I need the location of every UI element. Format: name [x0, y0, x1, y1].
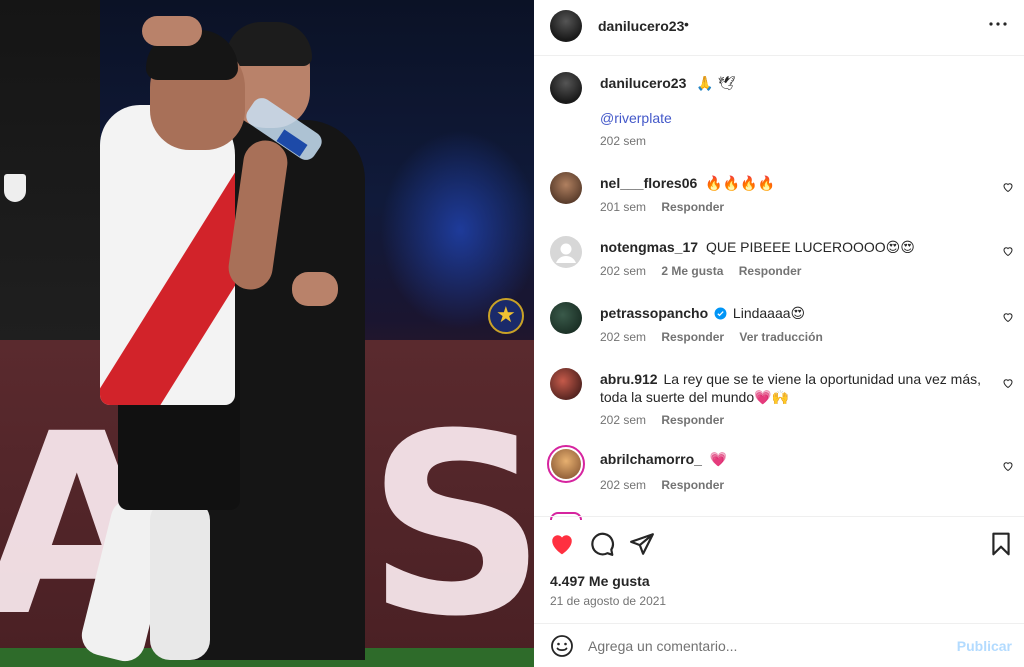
post-header: danilucero23 •: [534, 0, 1024, 56]
stands-background: [0, 0, 100, 340]
avatar[interactable]: [547, 445, 585, 483]
avatar[interactable]: [550, 368, 582, 400]
emoji-icon[interactable]: [550, 634, 574, 658]
comment-text: QUE PIBEEE LUCEROOOO😍😍: [705, 239, 915, 255]
comment-timestamp: 202 sem: [600, 264, 647, 278]
coach-hand-on-head: [142, 16, 202, 46]
reply-button[interactable]: Responder: [661, 330, 724, 344]
reply-button[interactable]: Responder: [661, 413, 724, 427]
heart-icon[interactable]: [1002, 311, 1014, 323]
coach-hair: [226, 22, 312, 66]
comment-username[interactable]: petrassopancho: [600, 305, 708, 321]
add-comment-bar: Publicar: [534, 623, 1024, 667]
post-date: 21 de agosto de 2021: [550, 594, 667, 608]
verified-icon: [714, 307, 727, 320]
star-icon: ★: [496, 302, 516, 327]
comment-username[interactable]: notengmas_17: [600, 239, 698, 255]
heart-icon[interactable]: [549, 531, 575, 557]
share-icon[interactable]: [629, 531, 655, 557]
reply-button[interactable]: Responder: [739, 264, 802, 278]
heart-icon[interactable]: [1002, 377, 1014, 389]
caption-mention-link[interactable]: @riverplate: [600, 110, 672, 126]
comment-icon[interactable]: [589, 531, 615, 557]
comment-username[interactable]: nel___flores06: [600, 175, 697, 191]
river-logo-banner: [4, 174, 26, 202]
comments-list[interactable]: danilucero23 🙏 🕊 @riverplate 202 sem nel…: [534, 56, 1024, 516]
caption-timestamp: 202 sem: [600, 134, 647, 148]
avatar[interactable]: [550, 10, 582, 42]
see-translation-button[interactable]: Ver traducción: [739, 330, 822, 344]
heart-icon[interactable]: [1002, 245, 1014, 257]
reply-button[interactable]: Responder: [661, 478, 724, 492]
post-author-username[interactable]: danilucero23: [598, 18, 684, 34]
comment-timestamp: 202 sem: [600, 413, 647, 427]
more-icon[interactable]: [986, 12, 1010, 36]
post-side-panel: danilucero23 • danilucero23 🙏 🕊 @riverpl…: [534, 0, 1024, 667]
avatar[interactable]: [550, 172, 582, 204]
caption-username[interactable]: danilucero23: [600, 75, 686, 91]
comment-text: 🔥🔥🔥🔥: [705, 175, 775, 191]
avatar[interactable]: [550, 72, 582, 104]
player-shirt: [100, 105, 235, 405]
reply-button[interactable]: Responder: [661, 200, 724, 214]
bookmark-icon[interactable]: [988, 531, 1014, 557]
comment-text: La rey que se te viene la oportunidad un…: [600, 371, 982, 405]
avatar-image: [551, 449, 581, 479]
heart-icon[interactable]: [1002, 460, 1014, 472]
header-separator-dot: •: [684, 16, 689, 32]
like-count[interactable]: 4.497 Me gusta: [550, 573, 650, 589]
post-actions: 4.497 Me gusta 21 de agosto de 2021: [534, 516, 1024, 632]
publish-button[interactable]: Publicar: [957, 638, 1012, 654]
post-photo[interactable]: ★ AYS: [0, 0, 534, 667]
coach-hand: [292, 272, 338, 306]
heart-icon[interactable]: [1002, 181, 1014, 193]
comment-username[interactable]: abrilchamorro_: [600, 451, 702, 467]
avatar[interactable]: [550, 302, 582, 334]
avatar[interactable]: [550, 236, 582, 268]
comment-like-count[interactable]: 2 Me gusta: [661, 264, 723, 278]
default-avatar-icon: [556, 243, 576, 263]
comment-input[interactable]: [588, 634, 948, 658]
comment-timestamp: 202 sem: [600, 330, 647, 344]
comment-text: 💗: [709, 451, 728, 467]
comment-text: Lindaaaa😍: [732, 305, 806, 321]
caption-emojis: 🙏 🕊: [696, 75, 736, 91]
player-leg: [150, 500, 210, 660]
shirt-red-sash: [100, 133, 235, 405]
comment-timestamp: 201 sem: [600, 200, 647, 214]
comment-timestamp: 202 sem: [600, 478, 647, 492]
comment-username[interactable]: abru.912: [600, 371, 658, 387]
